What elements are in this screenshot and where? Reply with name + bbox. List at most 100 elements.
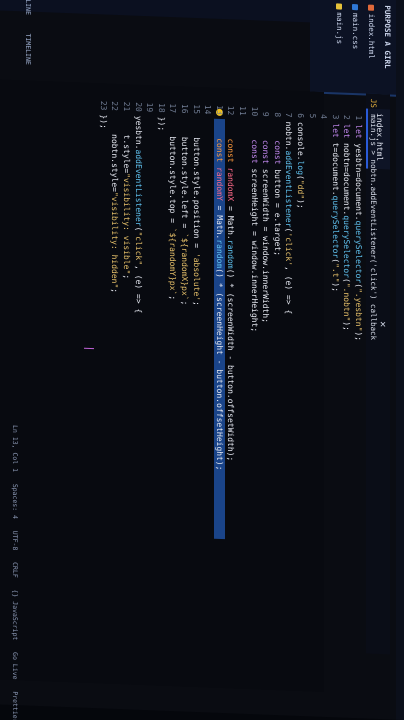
breadcrumb-separator: > bbox=[369, 150, 378, 156]
code-token: yesbtn. bbox=[133, 115, 143, 150]
code-token: let bbox=[354, 124, 363, 144]
line-number: 8 bbox=[272, 112, 282, 118]
code-token: "visibility: visible" bbox=[122, 172, 131, 275]
code-token: ); bbox=[354, 331, 363, 342]
code-token: const bbox=[226, 119, 236, 168]
explorer-panel: PURPOSE A GIRL index.html main.css main.… bbox=[310, 0, 396, 97]
html-file-icon bbox=[368, 4, 374, 11]
status-prettier[interactable]: Prettier bbox=[11, 691, 19, 720]
code-line: let nobtn=document.querySelector(".nobtn… bbox=[341, 124, 352, 332]
code-line: const button = e.target; bbox=[272, 121, 283, 256]
code-token: "click" bbox=[133, 231, 143, 266]
line-number: 3 bbox=[330, 114, 340, 120]
code-token: t.style= bbox=[122, 115, 131, 174]
line-number: 15 bbox=[191, 104, 201, 115]
code-token: let bbox=[330, 123, 340, 143]
status-golive[interactable]: Go Live bbox=[11, 652, 19, 680]
line-number: 21 bbox=[122, 101, 131, 112]
code-line: const screenWidth = window.innerWidth; bbox=[260, 120, 271, 323]
code-token: 'click' bbox=[284, 232, 294, 267]
code-token: , (e) => { bbox=[284, 265, 294, 315]
code-token: log bbox=[296, 160, 305, 176]
code-token: querySelector bbox=[330, 195, 340, 259]
code-line: }); bbox=[98, 114, 109, 129]
code-token: const bbox=[214, 118, 224, 168]
code-token: let bbox=[342, 123, 352, 144]
code-token: ".nobtn" bbox=[342, 282, 352, 322]
line-number: 22 bbox=[110, 101, 120, 112]
code-token: querySelector bbox=[354, 220, 363, 284]
css-file-icon bbox=[352, 4, 358, 11]
photo-stage: PURPOSE A GIRL index.html main.css main.… bbox=[0, 0, 404, 720]
code-line: let yesbtn=document.querySelector(".yesb… bbox=[353, 124, 364, 341]
code-token: nobtn bbox=[342, 142, 352, 168]
code-token: () * (screenWidth - button.offsetWidth); bbox=[226, 268, 236, 462]
code-token: `${randomY}px` bbox=[168, 227, 178, 296]
line-number: 16 bbox=[180, 103, 189, 114]
file-label: main.js bbox=[335, 12, 344, 45]
code-token: () * (screenHeight - button.offsetHeight… bbox=[214, 268, 224, 471]
line-number: 2 bbox=[342, 114, 352, 120]
line-number: 5 bbox=[307, 113, 317, 119]
breadcrumb-symbol[interactable]: nobtn.addEventListener('click') callback bbox=[369, 159, 378, 340]
explorer-file-index[interactable]: index.html bbox=[364, 4, 378, 59]
code-line: t.style="visibility: visible"; bbox=[121, 115, 132, 279]
code-token: button.style.left = bbox=[180, 117, 189, 234]
line-number: 20 bbox=[133, 101, 143, 112]
code-token: randomX bbox=[226, 167, 236, 202]
code-token: const bbox=[272, 120, 282, 170]
code-token: , (e) => { bbox=[133, 264, 143, 314]
code-token: ); bbox=[330, 282, 340, 293]
breadcrumb: JS main.js > nobtn.addEventListener('cli… bbox=[366, 98, 378, 341]
code-line: button.style.top = `${randomY}px`; bbox=[167, 117, 178, 300]
code-token: const bbox=[261, 120, 271, 170]
line-number: 18 bbox=[156, 102, 166, 113]
code-token: button.style.position = bbox=[191, 117, 201, 254]
code-line: let t=document.querySelector(".t"); bbox=[330, 123, 341, 292]
code-line: console.log("dd"); bbox=[295, 122, 306, 209]
code-line: yesbtn.addEventListener("click", (e) => … bbox=[133, 116, 144, 314]
code-token: addEventListener bbox=[284, 150, 294, 228]
code-line: button.style.left = `${randomX}px`; bbox=[179, 117, 190, 306]
line-number: 7 bbox=[284, 112, 294, 118]
code-token: document. bbox=[342, 171, 352, 216]
code-token: ; bbox=[168, 295, 178, 301]
code-token: document. bbox=[354, 177, 363, 221]
explorer-section-timeline[interactable]: TIMELINE bbox=[24, 33, 32, 65]
code-token: button = e.target; bbox=[272, 169, 282, 257]
code-token: screenWidth = window.innerWidth; bbox=[261, 168, 271, 324]
code-token: }); bbox=[98, 114, 108, 130]
js-file-icon: JS bbox=[369, 98, 378, 109]
status-encoding[interactable]: UTF-8 bbox=[11, 531, 19, 551]
line-number: 14 bbox=[203, 104, 213, 115]
code-token: ".yesbtn" bbox=[354, 287, 363, 332]
code-token: ".t" bbox=[330, 262, 340, 283]
explorer-file-js[interactable]: main.js bbox=[332, 3, 346, 44]
title-band bbox=[396, 0, 404, 720]
code-token: ); bbox=[342, 321, 352, 332]
status-spaces[interactable]: Spaces: 4 bbox=[11, 484, 19, 520]
file-label: index.html bbox=[367, 13, 376, 60]
line-number: 11 bbox=[238, 105, 247, 116]
code-line: button.style.position = 'absolute'; bbox=[191, 118, 202, 306]
status-bar: Ln 13, Col 1 Spaces: 4 UTF-8 CRLF {} Jav… bbox=[6, 425, 24, 720]
status-position[interactable]: Ln 13, Col 1 bbox=[11, 425, 19, 472]
close-icon[interactable]: ✕ bbox=[377, 321, 388, 327]
explorer-section-outline[interactable]: OUTLINE bbox=[24, 0, 32, 15]
code-token: random bbox=[214, 239, 224, 269]
code-token: ; bbox=[180, 300, 189, 306]
code-line: const randomX = Math.random() * (screenW… bbox=[225, 119, 236, 461]
code-token: "visibility: hidden" bbox=[110, 191, 120, 289]
code-token: document. bbox=[330, 152, 340, 196]
code-token: ); bbox=[296, 198, 305, 209]
code-token: nobtn. bbox=[284, 121, 294, 151]
status-language[interactable]: {} JavaScript bbox=[11, 589, 19, 640]
code-token: ; bbox=[122, 274, 131, 280]
code-line: const screenHeight = window.innerHeight; bbox=[249, 120, 260, 332]
code-token: = Math. bbox=[226, 201, 236, 240]
status-eol[interactable]: CRLF bbox=[11, 562, 19, 578]
explorer-file-css[interactable]: main.css bbox=[348, 4, 362, 50]
line-number: 12 bbox=[226, 105, 236, 116]
breadcrumb-file[interactable]: main.js bbox=[369, 114, 378, 146]
line-number: 23 bbox=[98, 100, 108, 111]
